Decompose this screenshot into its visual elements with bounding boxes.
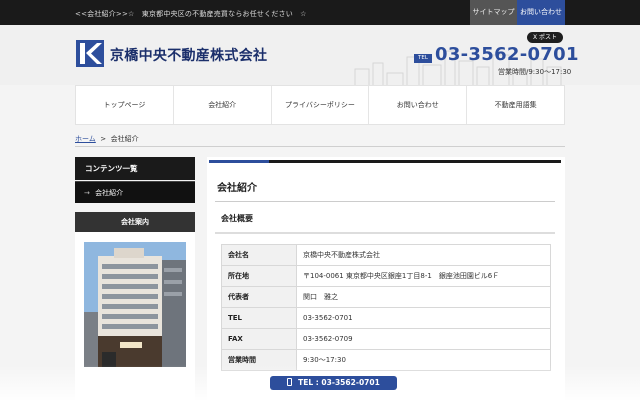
- header-tel-number[interactable]: 03-3562-0701: [435, 44, 579, 65]
- section-divider: [215, 232, 555, 234]
- breadcrumb-current: 会社紹介: [110, 135, 139, 143]
- breadcrumb: ホーム > 会社紹介: [75, 134, 139, 144]
- section-title: 会社概要: [221, 214, 253, 223]
- breadcrumb-separator: >: [100, 135, 107, 143]
- top-bar: <<会社紹介>>☆ 東京都中央区の不動産売買ならお任せください ☆ サイトマップ…: [0, 0, 640, 25]
- table-value: 京橋中央不動産株式会社: [296, 244, 551, 266]
- table-label: TEL: [221, 307, 297, 329]
- main-nav: トップページ 会社紹介 プライバシーポリシー お問い合わせ 不動産用語集: [75, 85, 565, 125]
- table-value: 関口 雅之: [296, 286, 551, 308]
- page-title: 会社紹介: [217, 183, 257, 194]
- table-value: 〒104-0061 東京都中央区銀座1丁目8-1 銀座池田園ビル6Ｆ: [296, 265, 551, 287]
- tagline: <<会社紹介>>☆ 東京都中央区の不動産売買ならお任せください ☆: [75, 10, 307, 18]
- contact-button[interactable]: お問い合わせ: [517, 0, 565, 25]
- main-top-border: [209, 160, 561, 163]
- table-row: 所在地 〒104-0061 東京都中央区銀座1丁目8-1 銀座池田園ビル6Ｆ: [221, 265, 551, 287]
- nav-item-privacy[interactable]: プライバシーポリシー: [272, 86, 370, 124]
- floating-tel-button[interactable]: TEL : 03-3562-0701: [270, 376, 397, 390]
- smartphone-icon: [287, 378, 293, 386]
- tel-badge: TEL: [414, 54, 432, 63]
- nav-item-company[interactable]: 会社紹介: [174, 86, 272, 124]
- table-value: 03-3562-0701: [296, 307, 551, 329]
- nav-item-top[interactable]: トップページ: [76, 86, 174, 124]
- sitemap-button[interactable]: サイトマップ: [470, 0, 517, 25]
- table-row: TEL 03-3562-0701: [221, 307, 551, 329]
- table-label: 代表者: [221, 286, 297, 308]
- breadcrumb-divider: [75, 146, 565, 147]
- table-row: FAX 03-3562-0709: [221, 328, 551, 350]
- x-post-button[interactable]: X ポスト: [527, 32, 563, 43]
- table-row: 代表者 関口 雅之: [221, 286, 551, 308]
- page-title-divider: [215, 201, 555, 202]
- sidebar-item-label: 会社紹介: [95, 189, 124, 197]
- main-top-accent: [209, 160, 269, 163]
- table-label: 会社名: [221, 244, 297, 266]
- company-logo-icon[interactable]: [76, 40, 104, 67]
- company-info-table: 会社名 京橋中央不動産株式会社 所在地 〒104-0061 東京都中央区銀座1丁…: [221, 244, 551, 371]
- table-row: 会社名 京橋中央不動産株式会社: [221, 244, 551, 266]
- office-building-photo: [84, 242, 186, 367]
- sidebar-item-company[interactable]: → 会社紹介: [75, 181, 195, 203]
- table-label: 所在地: [221, 265, 297, 287]
- business-hours: 営業時間/9:30〜17:30: [498, 68, 572, 76]
- sidebar-contents-heading: コンテンツ一覧: [75, 157, 195, 180]
- table-value: 03-3562-0709: [296, 328, 551, 350]
- nav-item-contact[interactable]: お問い合わせ: [369, 86, 468, 124]
- floating-tel-label: TEL : 03-3562-0701: [298, 378, 380, 387]
- nav-item-glossary[interactable]: 不動産用語集: [467, 86, 564, 124]
- arrow-right-icon: →: [84, 189, 90, 197]
- table-label: FAX: [221, 328, 297, 350]
- sidebar-company-heading: 会社案内: [75, 212, 195, 232]
- company-name[interactable]: 京橋中央不動産株式会社: [110, 45, 267, 65]
- breadcrumb-home-link[interactable]: ホーム: [75, 135, 96, 143]
